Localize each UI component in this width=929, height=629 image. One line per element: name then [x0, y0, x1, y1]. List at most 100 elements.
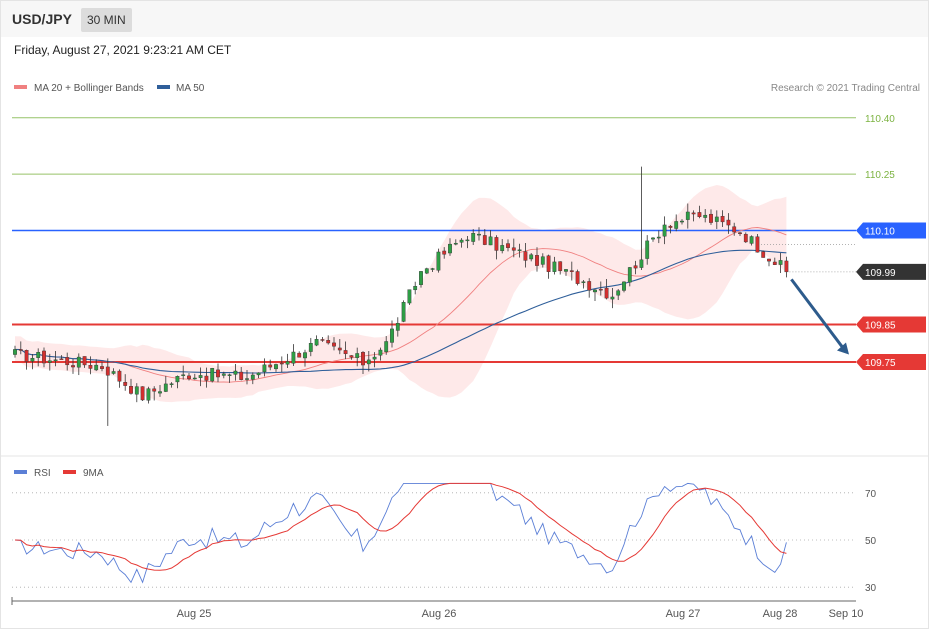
bollinger-band	[15, 185, 787, 403]
candle-body	[564, 269, 568, 272]
x-tick-label: Aug 26	[422, 608, 457, 620]
legend-label-ma20: MA 20 + Bollinger Bands	[34, 83, 144, 94]
candle-body	[175, 376, 180, 383]
candle-body	[471, 233, 476, 242]
candle-body	[552, 261, 557, 272]
rsi-tick-label: 50	[865, 536, 877, 547]
forecast-arrow	[790, 278, 849, 355]
candle-body	[627, 267, 632, 283]
candle-body	[256, 372, 261, 376]
legend-swatch-9ma	[63, 470, 76, 474]
level-label-110.10: 110.10	[865, 227, 895, 238]
candle-body	[378, 349, 383, 356]
price-labels: 110.40 110.25 110.10 109.85 109.75 109.99	[856, 114, 926, 371]
rsi-tick-label: 30	[865, 583, 877, 594]
candle-body	[42, 350, 46, 364]
candle-body	[535, 255, 539, 266]
candle-body	[622, 281, 626, 291]
candle-body	[53, 359, 58, 361]
candle-body	[245, 378, 249, 380]
candle-body	[604, 287, 609, 299]
candle-body	[59, 358, 64, 360]
candle-body	[134, 386, 139, 395]
candle-body	[424, 268, 429, 274]
rsi-legend: RSI 9MA	[14, 468, 104, 479]
candle-body	[575, 271, 580, 284]
legend-label-9ma: 9MA	[83, 468, 104, 479]
candle-body	[303, 352, 307, 359]
candle-body	[448, 243, 452, 254]
candle-body	[82, 356, 87, 366]
candle-body	[192, 377, 197, 380]
candle-body	[685, 211, 690, 220]
candle-body	[459, 239, 464, 243]
candle-body	[581, 281, 586, 283]
candle-body	[407, 289, 412, 304]
candle-body	[767, 258, 771, 262]
candle-body	[123, 382, 128, 386]
candle-body	[111, 371, 116, 374]
candle-body	[500, 245, 505, 252]
candle-body	[320, 339, 325, 341]
candle-body	[691, 212, 696, 215]
candle-body	[732, 226, 737, 233]
rsi-line	[14, 482, 787, 584]
candle-body	[268, 364, 273, 368]
candle-body	[204, 375, 209, 381]
candle-body	[216, 369, 220, 378]
candle-body	[749, 236, 754, 244]
candle-body	[163, 383, 168, 392]
candle-body	[158, 391, 162, 394]
legend-swatch-rsi	[14, 470, 27, 474]
main-legend: MA 20 + Bollinger Bands MA 50 Research ©…	[14, 83, 920, 94]
candle-body	[453, 242, 458, 245]
candle-body	[36, 352, 41, 358]
candle-body	[587, 281, 592, 291]
candle-body	[355, 353, 360, 358]
candle-body	[639, 259, 644, 268]
candle-body	[30, 357, 35, 362]
candle-body	[674, 221, 679, 229]
candle-body	[540, 256, 545, 265]
candle-body	[233, 370, 238, 375]
level-label-109.75: 109.75	[865, 358, 896, 369]
x-axis: Aug 25 Aug 26 Aug 27 Aug 28 Sep 10	[11, 597, 864, 620]
candle-body	[291, 351, 296, 364]
candle-body	[337, 347, 342, 351]
candle-body	[169, 383, 174, 385]
candle-body	[152, 388, 157, 392]
candle-body	[117, 370, 122, 382]
candle-body	[71, 365, 75, 368]
candle-body	[703, 214, 708, 218]
candle-body	[181, 374, 186, 376]
price-chart[interactable]: 110.40 110.25 110.10 109.85 109.75 109.99 MA …	[1, 1, 928, 628]
candle-body	[668, 225, 673, 228]
candle-body	[274, 364, 278, 370]
level-label-110.25: 110.25	[865, 170, 895, 181]
legend-label-ma50: MA 50	[176, 83, 205, 94]
candle-body	[465, 239, 470, 242]
candle-body	[88, 365, 93, 369]
candle-body	[482, 235, 487, 245]
candle-body	[546, 255, 551, 272]
candle-body	[680, 220, 684, 223]
candle-body	[616, 290, 621, 296]
chart-frame: USD/JPY 30 MIN Friday, August 27, 2021 9…	[0, 0, 929, 629]
candle-body	[250, 374, 255, 380]
candle-body	[778, 260, 783, 265]
candle-body	[326, 340, 331, 344]
rsi-pane: 70 50 30	[12, 482, 877, 594]
candle-body	[436, 251, 441, 271]
candle-body	[662, 224, 667, 237]
copyright-note: Research © 2021 Trading Central	[771, 83, 920, 94]
x-tick-label: Sep 10	[829, 608, 864, 620]
candle-body	[65, 357, 70, 366]
candle-body	[94, 364, 99, 371]
candle-body	[772, 261, 777, 265]
candle-body	[593, 289, 597, 293]
candle-body	[76, 356, 81, 368]
candle-body	[477, 233, 481, 236]
candle-body	[390, 328, 394, 343]
candle-body	[523, 251, 528, 261]
candle-body	[761, 251, 766, 258]
